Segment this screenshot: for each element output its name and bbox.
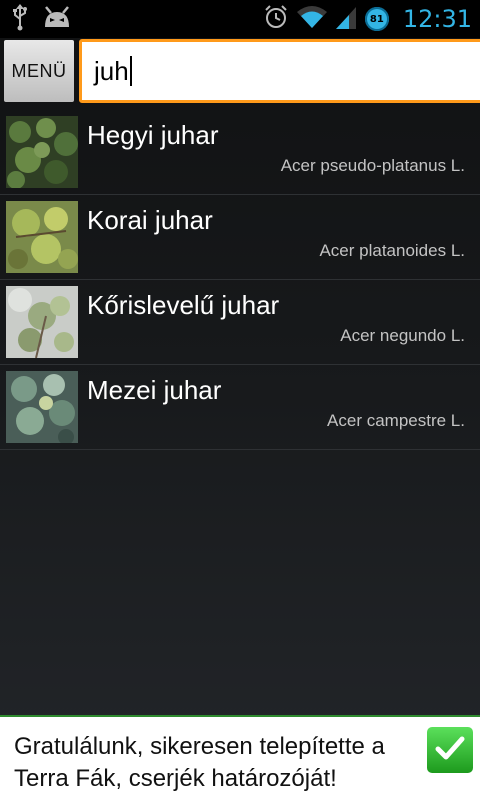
plant-thumbnail — [6, 286, 78, 359]
status-clock: 12:31 — [402, 5, 472, 33]
common-name: Kőrislevelű juhar — [87, 290, 280, 320]
list-item[interactable]: Mezei juhar Acer campestre L. — [0, 365, 480, 450]
battery-icon: 81 — [364, 7, 389, 31]
latin-name: Acer negundo L. — [340, 326, 465, 345]
menu-button[interactable]: MENÜ — [4, 40, 74, 102]
latin-name: Acer campestre L. — [327, 411, 465, 430]
results-list: Hegyi juhar Acer pseudo-platanus L. Kora… — [0, 110, 480, 450]
usb-icon — [12, 3, 28, 35]
banner-message: Gratulálunk, sikeresen telepítette a Ter… — [14, 733, 385, 792]
plant-thumbnail — [6, 201, 78, 273]
latin-name: Acer platanoides L. — [319, 241, 465, 260]
confirm-button[interactable] — [427, 727, 473, 773]
common-name: Mezei juhar — [87, 375, 222, 405]
search-input[interactable]: juh — [79, 39, 480, 103]
latin-name: Acer pseudo-platanus L. — [280, 156, 465, 175]
common-name: Korai juhar — [87, 205, 213, 235]
wifi-icon — [296, 4, 327, 34]
list-item[interactable]: Hegyi juhar Acer pseudo-platanus L. — [0, 110, 480, 195]
text-cursor — [129, 56, 132, 86]
android-debug-icon — [42, 3, 72, 35]
signal-icon — [335, 4, 357, 34]
alarm-icon — [263, 4, 289, 34]
list-item[interactable]: Kőrislevelű juhar Acer negundo L. — [0, 280, 480, 365]
checkmark-icon — [435, 735, 465, 765]
common-name: Hegyi juhar — [87, 120, 219, 150]
list-item[interactable]: Korai juhar Acer platanoides L. — [0, 195, 480, 280]
notification-banner: Gratulálunk, sikeresen telepítette a Ter… — [0, 715, 480, 802]
search-input-value: juh — [94, 55, 129, 86]
plant-thumbnail — [6, 116, 78, 189]
plant-thumbnail — [6, 371, 78, 445]
status-bar: 81 12:31 — [0, 0, 480, 38]
